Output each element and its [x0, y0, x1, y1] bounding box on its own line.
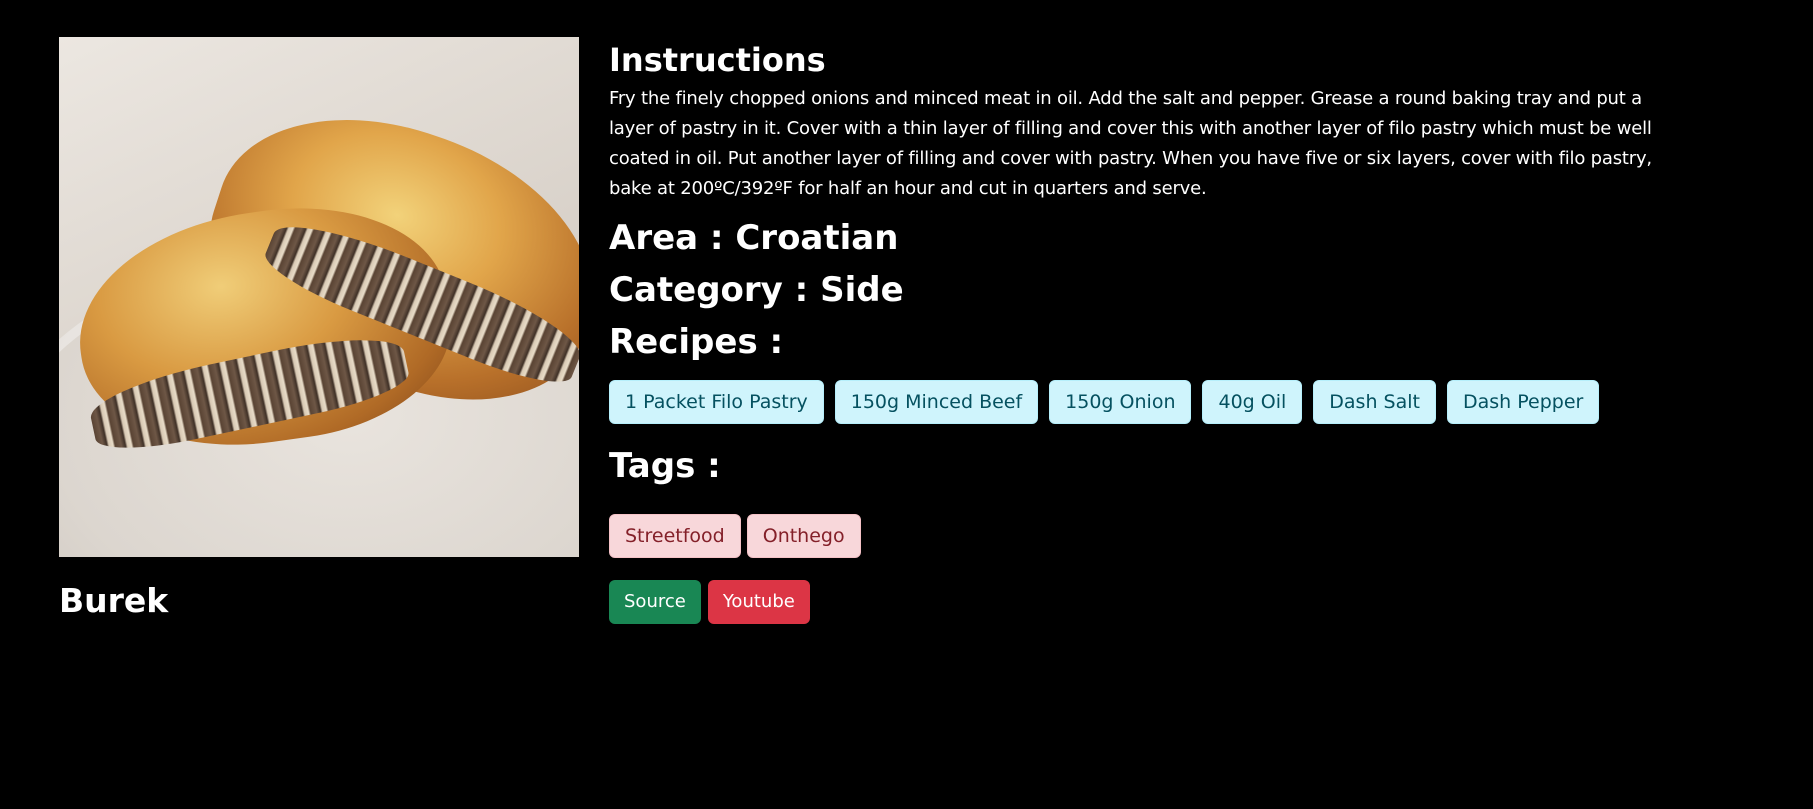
tag-chip: Onthego [746, 514, 861, 558]
meal-details-page: Burek Instructions Fry the finely choppe… [0, 0, 1813, 809]
ingredient-chip: Dash Pepper [1446, 380, 1600, 424]
action-buttons: Source Youtube [609, 580, 1659, 624]
youtube-button[interactable]: Youtube [707, 580, 810, 624]
ingredients-list: 1 Packet Filo Pastry 150g Minced Beef 15… [609, 380, 1659, 424]
source-button[interactable]: Source [609, 580, 701, 624]
meal-image-column: Burek [59, 37, 579, 620]
area-heading: Area : Croatian [609, 218, 899, 258]
tags-heading: Tags : [609, 446, 721, 486]
recipes-heading: Recipes : [609, 322, 784, 362]
tag-chip: Streetfood [609, 514, 741, 558]
ingredient-chip: 1 Packet Filo Pastry [609, 380, 824, 424]
ingredient-chip: 150g Onion [1049, 380, 1192, 424]
tags-list: Streetfood Onthego [609, 514, 1659, 558]
ingredient-chip: 150g Minced Beef [834, 380, 1039, 424]
instructions-text: Fry the finely chopped onions and minced… [609, 88, 1652, 199]
meal-photo [59, 37, 579, 557]
instructions-title: Instructions [609, 41, 826, 79]
category-heading: Category : Side [609, 270, 904, 310]
meal-info-column: Instructions Fry the finely chopped onio… [609, 38, 1659, 624]
ingredient-chip: 40g Oil [1202, 380, 1303, 424]
meal-name: Burek [59, 581, 169, 620]
ingredient-chip: Dash Salt [1313, 380, 1436, 424]
